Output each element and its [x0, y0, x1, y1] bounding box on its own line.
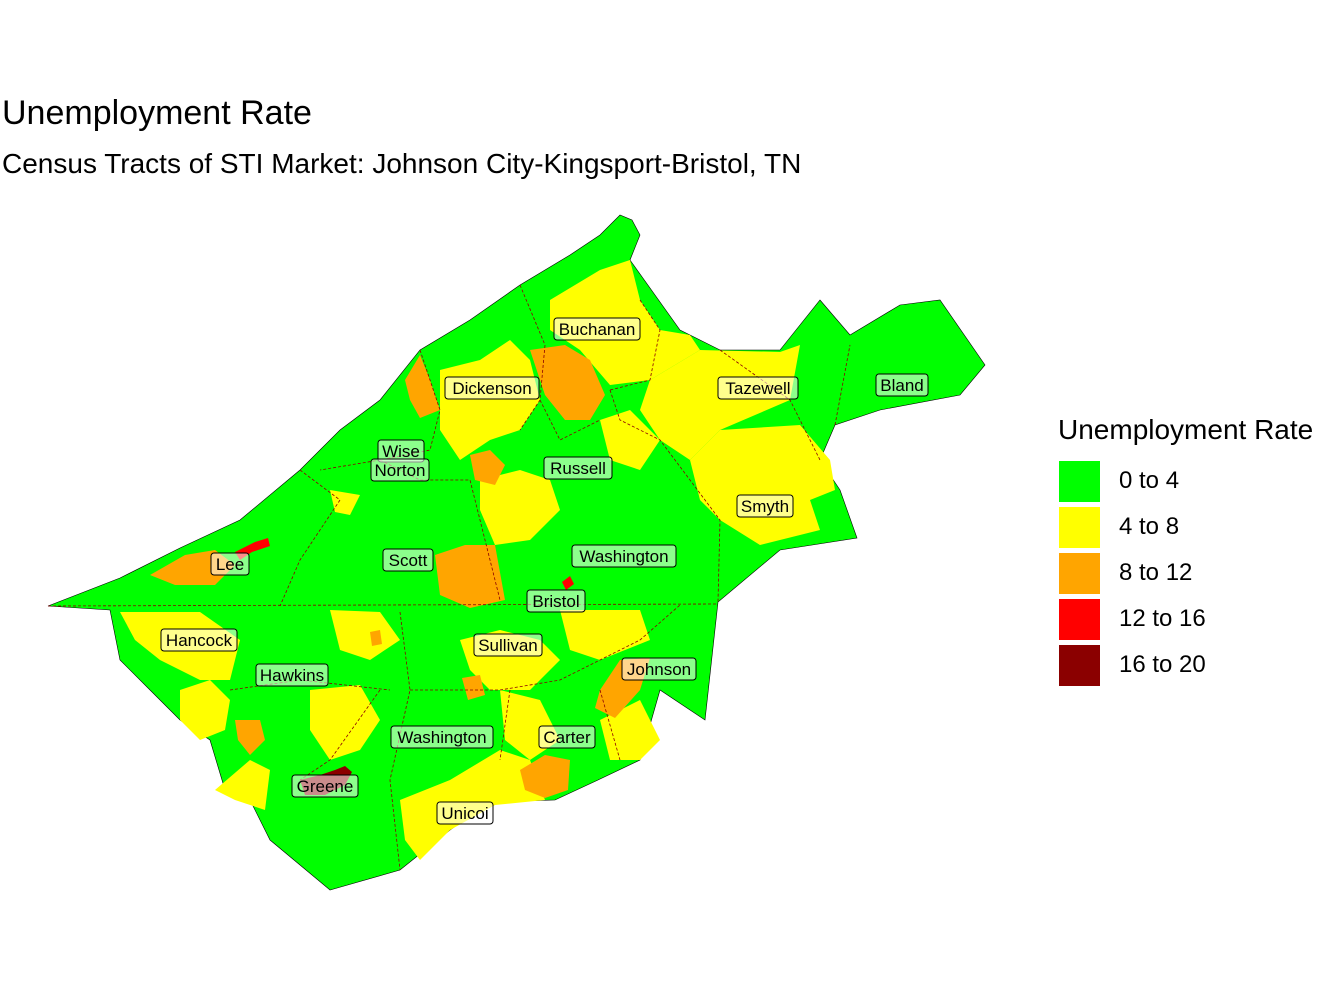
county-label: Washington	[571, 544, 677, 568]
legend-label: 0 to 4	[1119, 467, 1180, 494]
legend-label: 8 to 12	[1119, 559, 1193, 586]
county-label: Lee	[210, 552, 250, 576]
legend-item: 0 to 4	[1058, 458, 1313, 504]
legend-item: 4 to 8	[1058, 504, 1313, 550]
legend-swatch	[1058, 643, 1101, 687]
svg-text:Carter: Carter	[543, 728, 591, 747]
county-label: Johnson	[621, 657, 697, 681]
svg-text:Lee: Lee	[216, 555, 244, 574]
county-label: Norton	[370, 458, 430, 482]
svg-text:Hancock: Hancock	[166, 631, 233, 650]
svg-text:Hawkins: Hawkins	[260, 666, 324, 685]
legend-swatch	[1058, 459, 1101, 503]
county-label: Dickenson	[444, 376, 540, 400]
svg-text:Scott: Scott	[389, 551, 428, 570]
choropleth-map: Buchanan Dickenson Tazewell Bland Wise N…	[47, 214, 986, 891]
legend-title: Unemployment Rate	[1058, 414, 1314, 445]
legend-label: 4 to 8	[1119, 513, 1180, 540]
county-label: Tazewell	[717, 376, 799, 400]
svg-text:Washington: Washington	[397, 728, 486, 747]
county-label: Scott	[382, 548, 434, 572]
svg-text:Johnson: Johnson	[627, 660, 691, 679]
legend-item: 8 to 12	[1058, 550, 1313, 596]
svg-text:Sullivan: Sullivan	[478, 636, 538, 655]
legend-item: 16 to 20	[1058, 642, 1313, 688]
county-label: Smyth	[736, 494, 794, 518]
county-label: Buchanan	[553, 317, 641, 341]
legend-swatch	[1058, 597, 1101, 641]
legend-item: 12 to 16	[1058, 596, 1313, 642]
svg-text:Buchanan: Buchanan	[559, 320, 636, 339]
svg-text:Unicoi: Unicoi	[441, 804, 488, 823]
svg-text:Tazewell: Tazewell	[725, 379, 790, 398]
legend-label: 16 to 20	[1119, 651, 1206, 678]
county-label: Bland	[875, 373, 929, 397]
svg-text:Dickenson: Dickenson	[452, 379, 531, 398]
legend-label: 12 to 16	[1119, 605, 1206, 632]
map-legend: Unemployment Rate 0 to 4 4 to 8 8 to 12 …	[1058, 414, 1313, 688]
svg-text:Norton: Norton	[374, 461, 425, 480]
svg-text:Wise: Wise	[382, 442, 420, 461]
svg-text:Russell: Russell	[550, 459, 606, 478]
svg-text:Bristol: Bristol	[532, 592, 579, 611]
county-label: Unicoi	[436, 801, 494, 825]
svg-text:Smyth: Smyth	[741, 497, 789, 516]
legend-swatch	[1058, 551, 1101, 595]
county-label: Carter	[538, 725, 596, 749]
county-label: Sullivan	[473, 633, 543, 657]
legend-swatch	[1058, 505, 1101, 549]
county-label: Greene	[291, 774, 359, 798]
svg-text:Greene: Greene	[297, 777, 354, 796]
county-label: Hancock	[160, 628, 238, 652]
svg-text:Bland: Bland	[880, 376, 923, 395]
county-label: Washington	[390, 725, 494, 749]
county-label: Russell	[543, 456, 613, 480]
county-label: Hawkins	[255, 663, 329, 687]
county-label: Bristol	[526, 589, 586, 613]
svg-text:Washington: Washington	[579, 547, 668, 566]
